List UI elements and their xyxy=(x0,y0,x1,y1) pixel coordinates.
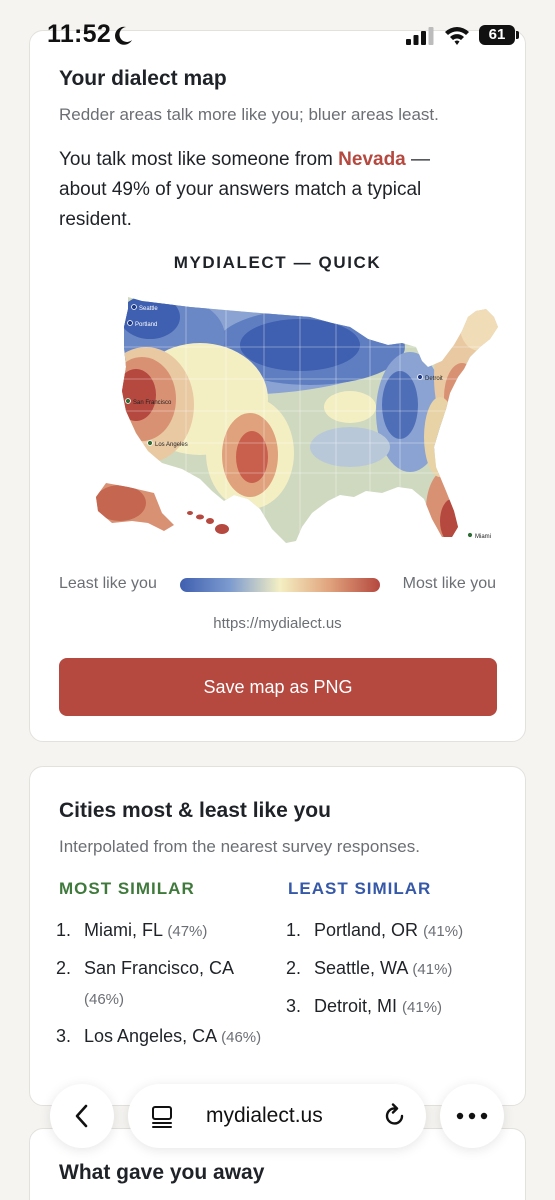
map-label-miami: Miami xyxy=(475,534,491,540)
city-percent: (41%) xyxy=(423,923,464,940)
city-percent: (47%) xyxy=(167,923,208,940)
city-percent: (41%) xyxy=(412,961,453,978)
map-card-subtitle: Redder areas talk more like you; bluer a… xyxy=(59,105,439,124)
list-item: 3. Detroit, MI (41%) xyxy=(286,996,443,1016)
city-name: Seattle, WA xyxy=(314,958,408,978)
city-percent: (41%) xyxy=(402,999,443,1016)
cities-card: Cities most & least like you Interpolate… xyxy=(29,766,526,1106)
city-name: Detroit, MI xyxy=(314,996,398,1016)
result-text: You talk most like someone from Nevada —… xyxy=(59,145,479,235)
map-heading: MYDIALECT — QUICK xyxy=(173,253,382,272)
map-card-title: Your dialect map xyxy=(59,67,227,90)
save-map-png-button[interactable]: Save map as PNG xyxy=(59,658,497,716)
list-item: 2. Seattle, WA (41%) xyxy=(286,958,453,978)
reader-mode-icon[interactable] xyxy=(150,1104,174,1128)
city-name: Miami, FL xyxy=(84,920,163,940)
city-name: San Francisco, CA xyxy=(84,958,234,978)
alaska-map xyxy=(96,483,174,531)
least-similar-list: 1. Portland, OR (41%) 2. Seattle, WA (41%)… xyxy=(286,915,501,1029)
city-name: Portland, OR xyxy=(314,920,419,940)
list-item: 1. Miami, FL (47%) xyxy=(56,920,208,940)
map-label-portland: Portland xyxy=(135,322,157,328)
most-similar-heading: MOST SIMILAR xyxy=(59,879,195,898)
address-bar-url: mydialect.us xyxy=(206,1104,323,1127)
reload-icon[interactable] xyxy=(382,1103,408,1129)
result-prefix: You talk most like someone from xyxy=(59,149,339,170)
most-similar-list: 1. Miami, FL (47%) 2. San Francisco, CA (4… xyxy=(56,915,271,1059)
legend-least-label: Least like you xyxy=(59,575,157,592)
chevron-left-icon xyxy=(75,1104,88,1128)
more-options-button[interactable] xyxy=(440,1084,504,1148)
cities-card-title: Cities most & least like you xyxy=(59,799,331,822)
back-button[interactable] xyxy=(50,1084,114,1148)
list-item: 1. Portland, OR (41%) xyxy=(286,920,464,940)
legend-most-label: Most like you xyxy=(402,575,496,592)
map-label-los-angeles: Los Angeles xyxy=(155,442,188,448)
more-dots-icon xyxy=(456,1112,488,1120)
hawaii-map xyxy=(187,511,229,534)
city-percent: (46%) xyxy=(84,991,125,1008)
result-state: Nevada xyxy=(338,149,406,170)
list-item: 3. Los Angeles, CA (46%) xyxy=(56,1026,262,1046)
city-name: Los Angeles, CA xyxy=(84,1026,217,1046)
map-label-detroit: Detroit xyxy=(425,376,443,382)
city-percent: (46%) xyxy=(221,1029,262,1046)
map-label-seattle: Seattle xyxy=(139,306,158,312)
cities-card-subtitle: Interpolated from the nearest survey res… xyxy=(59,837,420,856)
list-item: 2. San Francisco, CA (46%) xyxy=(56,958,234,1008)
map-label-san-francisco: San Francisco xyxy=(133,400,172,406)
dialect-heat-map: Seattle Portland San Francisco Los Angel… xyxy=(96,297,498,543)
least-similar-heading: LEAST SIMILAR xyxy=(288,879,432,898)
address-bar[interactable]: mydialect.us xyxy=(128,1084,426,1148)
away-card-title: What gave you away xyxy=(59,1161,265,1184)
legend-gradient-bar xyxy=(180,578,380,592)
dialect-map-card: Your dialect map Redder areas talk more … xyxy=(29,30,526,742)
map-source-url: https://mydialect.us xyxy=(213,615,342,632)
